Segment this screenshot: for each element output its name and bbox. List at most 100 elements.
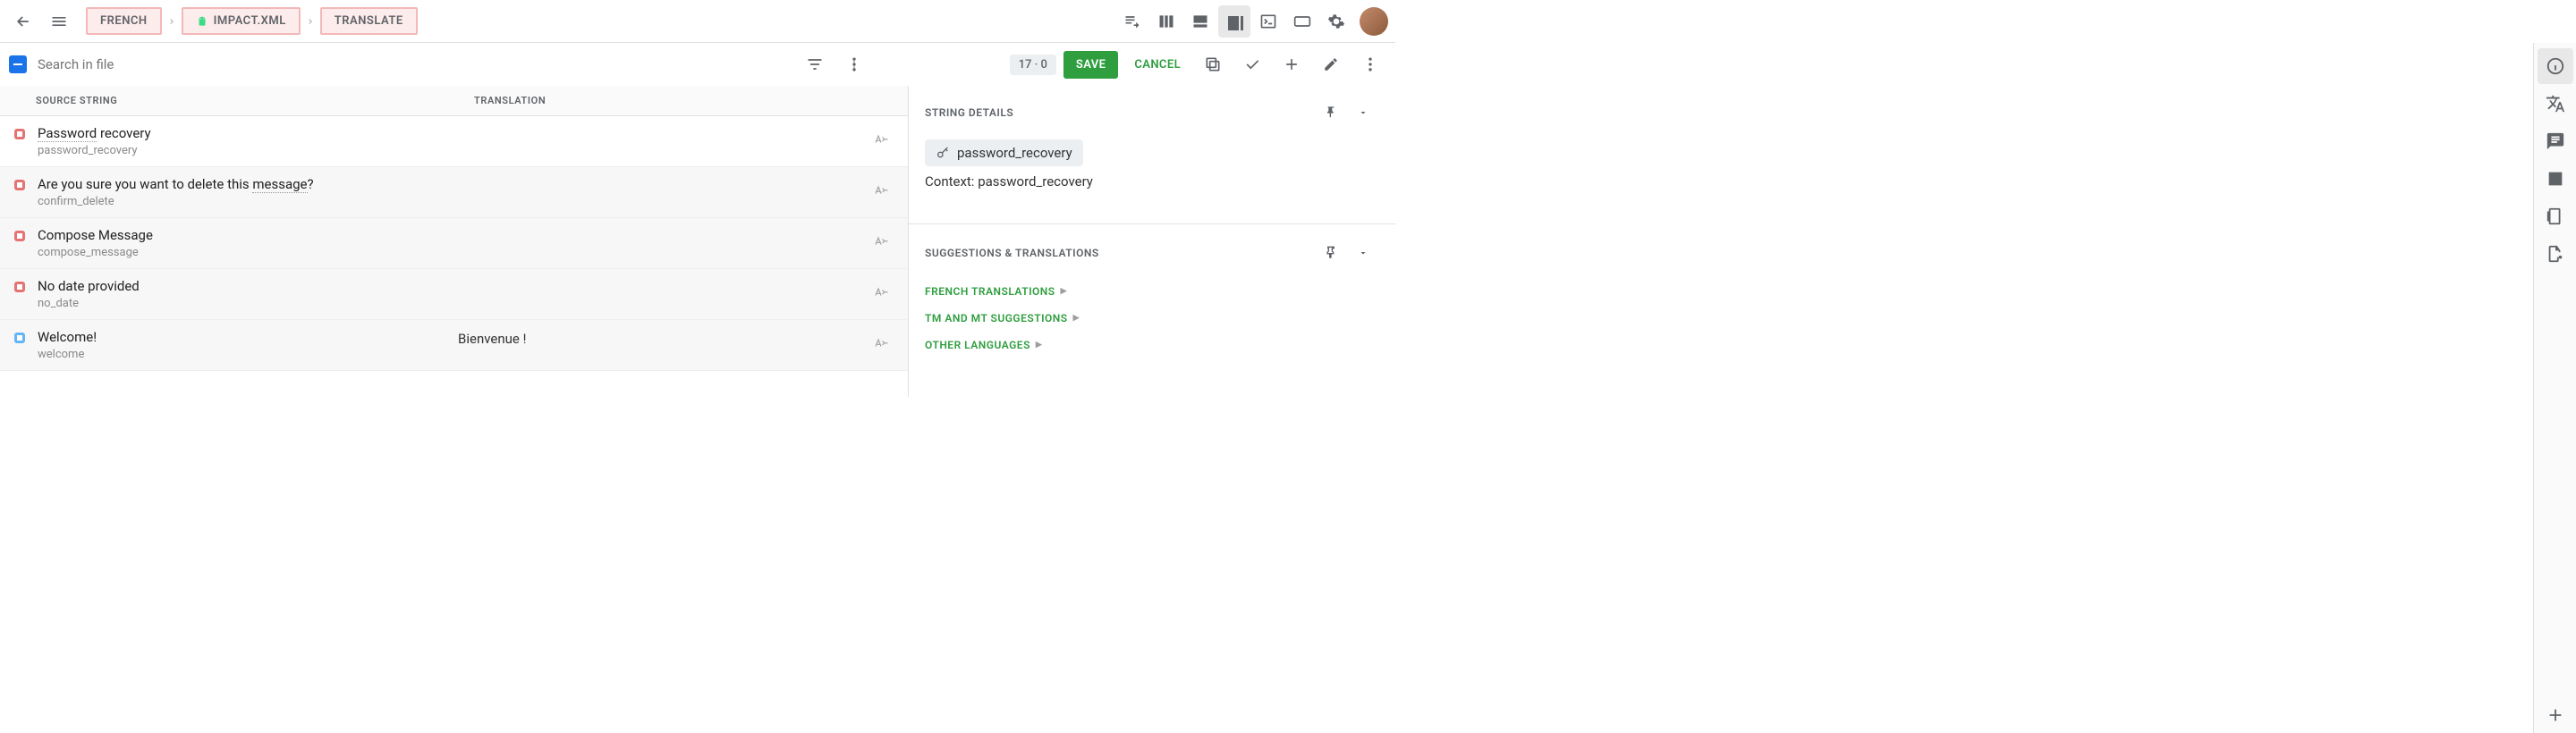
row-actions: [865, 125, 897, 157]
pin-outline-icon[interactable]: [1315, 237, 1347, 269]
col-source-header: SOURCE STRING: [36, 95, 474, 106]
source-text: Are you sure you want to delete this mes…: [38, 176, 458, 192]
approve-icon[interactable]: [1236, 48, 1268, 80]
pin-icon[interactable]: [1315, 97, 1347, 129]
reader-icon[interactable]: [2538, 161, 2573, 197]
row-actions: [865, 278, 897, 310]
terminal-icon[interactable]: [1252, 5, 1284, 38]
source-text: No date provided: [38, 278, 458, 294]
dropdown-icon[interactable]: [1347, 237, 1379, 269]
source-text: Welcome!: [38, 329, 458, 345]
status-indicator: [14, 231, 25, 241]
keyboard-icon[interactable]: [1286, 5, 1318, 38]
copy-source-icon[interactable]: [1197, 48, 1229, 80]
layout-bottom-icon[interactable]: [1184, 5, 1216, 38]
string-key-chip: password_recovery: [925, 139, 1083, 166]
status-indicator: [14, 333, 25, 343]
layout-side-icon[interactable]: [1218, 5, 1250, 38]
breadcrumb: FRENCH IMPACT.XML TRANSLATE: [86, 7, 418, 35]
add-icon[interactable]: [1275, 48, 1308, 80]
col-translation-header: TRANSLATION: [474, 95, 546, 106]
edit-icon[interactable]: [1315, 48, 1347, 80]
row-source: No date provided no_date: [38, 278, 458, 310]
cancel-button[interactable]: CANCEL: [1125, 51, 1190, 79]
suggestions-header: SUGGESTIONS & TRANSLATIONS: [909, 223, 1395, 278]
row-source: Compose Message compose_message: [38, 227, 458, 259]
add-panel-icon[interactable]: [2538, 697, 2573, 733]
source-key: password_recovery: [38, 144, 458, 157]
suggestion-label: FRENCH TRANSLATIONS: [925, 285, 1055, 298]
comments-icon[interactable]: [2538, 123, 2573, 159]
main: SOURCE STRING TRANSLATION Password recov…: [0, 86, 1395, 397]
row-actions: [865, 227, 897, 259]
chevron-right-icon: [306, 17, 315, 26]
android-icon: [196, 15, 208, 28]
suggestion-link[interactable]: TM AND MT SUGGESTIONS▶: [909, 305, 1395, 332]
source-text: Password recovery: [38, 125, 458, 141]
topbar: FRENCH IMPACT.XML TRANSLATE: [0, 0, 1395, 43]
row-actions: [865, 329, 897, 361]
details-pane: STRING DETAILS password_recovery Context…: [909, 86, 1395, 397]
table-row[interactable]: Welcome! welcome Bienvenue !: [0, 320, 908, 371]
auto-translate-icon[interactable]: [865, 176, 897, 208]
suggestion-link[interactable]: FRENCH TRANSLATIONS ▶: [909, 278, 1395, 305]
avatar[interactable]: [1360, 7, 1388, 36]
status-indicator: [14, 282, 25, 292]
status-indicator: [14, 180, 25, 190]
auto-translate-icon[interactable]: [865, 329, 897, 361]
search-input[interactable]: [34, 53, 267, 76]
dropdown-icon[interactable]: [1347, 97, 1379, 129]
crumb-file[interactable]: IMPACT.XML: [182, 7, 301, 35]
settings-icon[interactable]: [1320, 5, 1352, 38]
auto-translate-icon[interactable]: [865, 125, 897, 157]
file-settings-icon[interactable]: [2538, 236, 2573, 272]
info-icon[interactable]: [2538, 48, 2573, 84]
chevron-right-icon: [167, 17, 176, 26]
topbar-right: [1116, 5, 1388, 38]
context-label: Context:: [925, 173, 974, 190]
right-rail: [2533, 43, 2576, 733]
context-value: password_recovery: [978, 173, 1093, 190]
suggestions-title: SUGGESTIONS & TRANSLATIONS: [925, 247, 1315, 259]
crumb-mode[interactable]: TRANSLATE: [320, 7, 418, 35]
row-translation: Bienvenue !: [458, 329, 865, 347]
row-translation: [458, 176, 865, 178]
back-button[interactable]: [7, 5, 39, 38]
table-row[interactable]: Are you sure you want to delete this mes…: [0, 167, 908, 218]
crumb-label: FRENCH: [100, 14, 148, 28]
save-button[interactable]: SAVE: [1063, 51, 1118, 79]
select-all-checkbox[interactable]: [9, 55, 27, 73]
row-translation: [458, 278, 865, 280]
caret-right-icon: ▶: [1036, 341, 1042, 350]
table-row[interactable]: Password recovery password_recovery: [0, 116, 908, 167]
auto-translate-icon[interactable]: [865, 227, 897, 259]
table-row[interactable]: No date provided no_date: [0, 269, 908, 320]
caret-right-icon: ▶: [1061, 287, 1067, 296]
list-header: SOURCE STRING TRANSLATION: [0, 86, 908, 116]
suggestion-link[interactable]: OTHER LANGUAGES ▶: [909, 332, 1395, 358]
source-key: compose_message: [38, 246, 458, 259]
suggestion-label: TM AND MT SUGGESTIONS: [925, 312, 1068, 324]
source-key: welcome: [38, 348, 458, 361]
suggestion-label: OTHER LANGUAGES: [925, 339, 1030, 351]
menu-button[interactable]: [43, 5, 75, 38]
row-source: Password recovery password_recovery: [38, 125, 458, 157]
string-key-text: password_recovery: [957, 145, 1072, 161]
auto-translate-icon[interactable]: [865, 278, 897, 310]
row-source: Are you sure you want to delete this mes…: [38, 176, 458, 208]
edit-list-icon[interactable]: [1116, 5, 1148, 38]
filter-icon[interactable]: [799, 48, 831, 80]
context-line: Context: password_recovery: [909, 173, 1395, 206]
table-row[interactable]: Compose Message compose_message: [0, 218, 908, 269]
crumb-language[interactable]: FRENCH: [86, 7, 162, 35]
more-icon[interactable]: [1354, 48, 1386, 80]
glossary-icon[interactable]: [2538, 198, 2573, 234]
layout-columns-icon[interactable]: [1150, 5, 1182, 38]
translate-icon[interactable]: [2538, 86, 2573, 122]
editor-toolbar: 17 · 0 SAVE CANCEL: [0, 43, 1395, 86]
strings-list: SOURCE STRING TRANSLATION Password recov…: [0, 86, 909, 397]
crumb-label: IMPACT.XML: [214, 14, 286, 28]
workflow-icon[interactable]: [838, 48, 870, 80]
source-key: no_date: [38, 297, 458, 310]
crumb-label: TRANSLATE: [335, 14, 403, 28]
